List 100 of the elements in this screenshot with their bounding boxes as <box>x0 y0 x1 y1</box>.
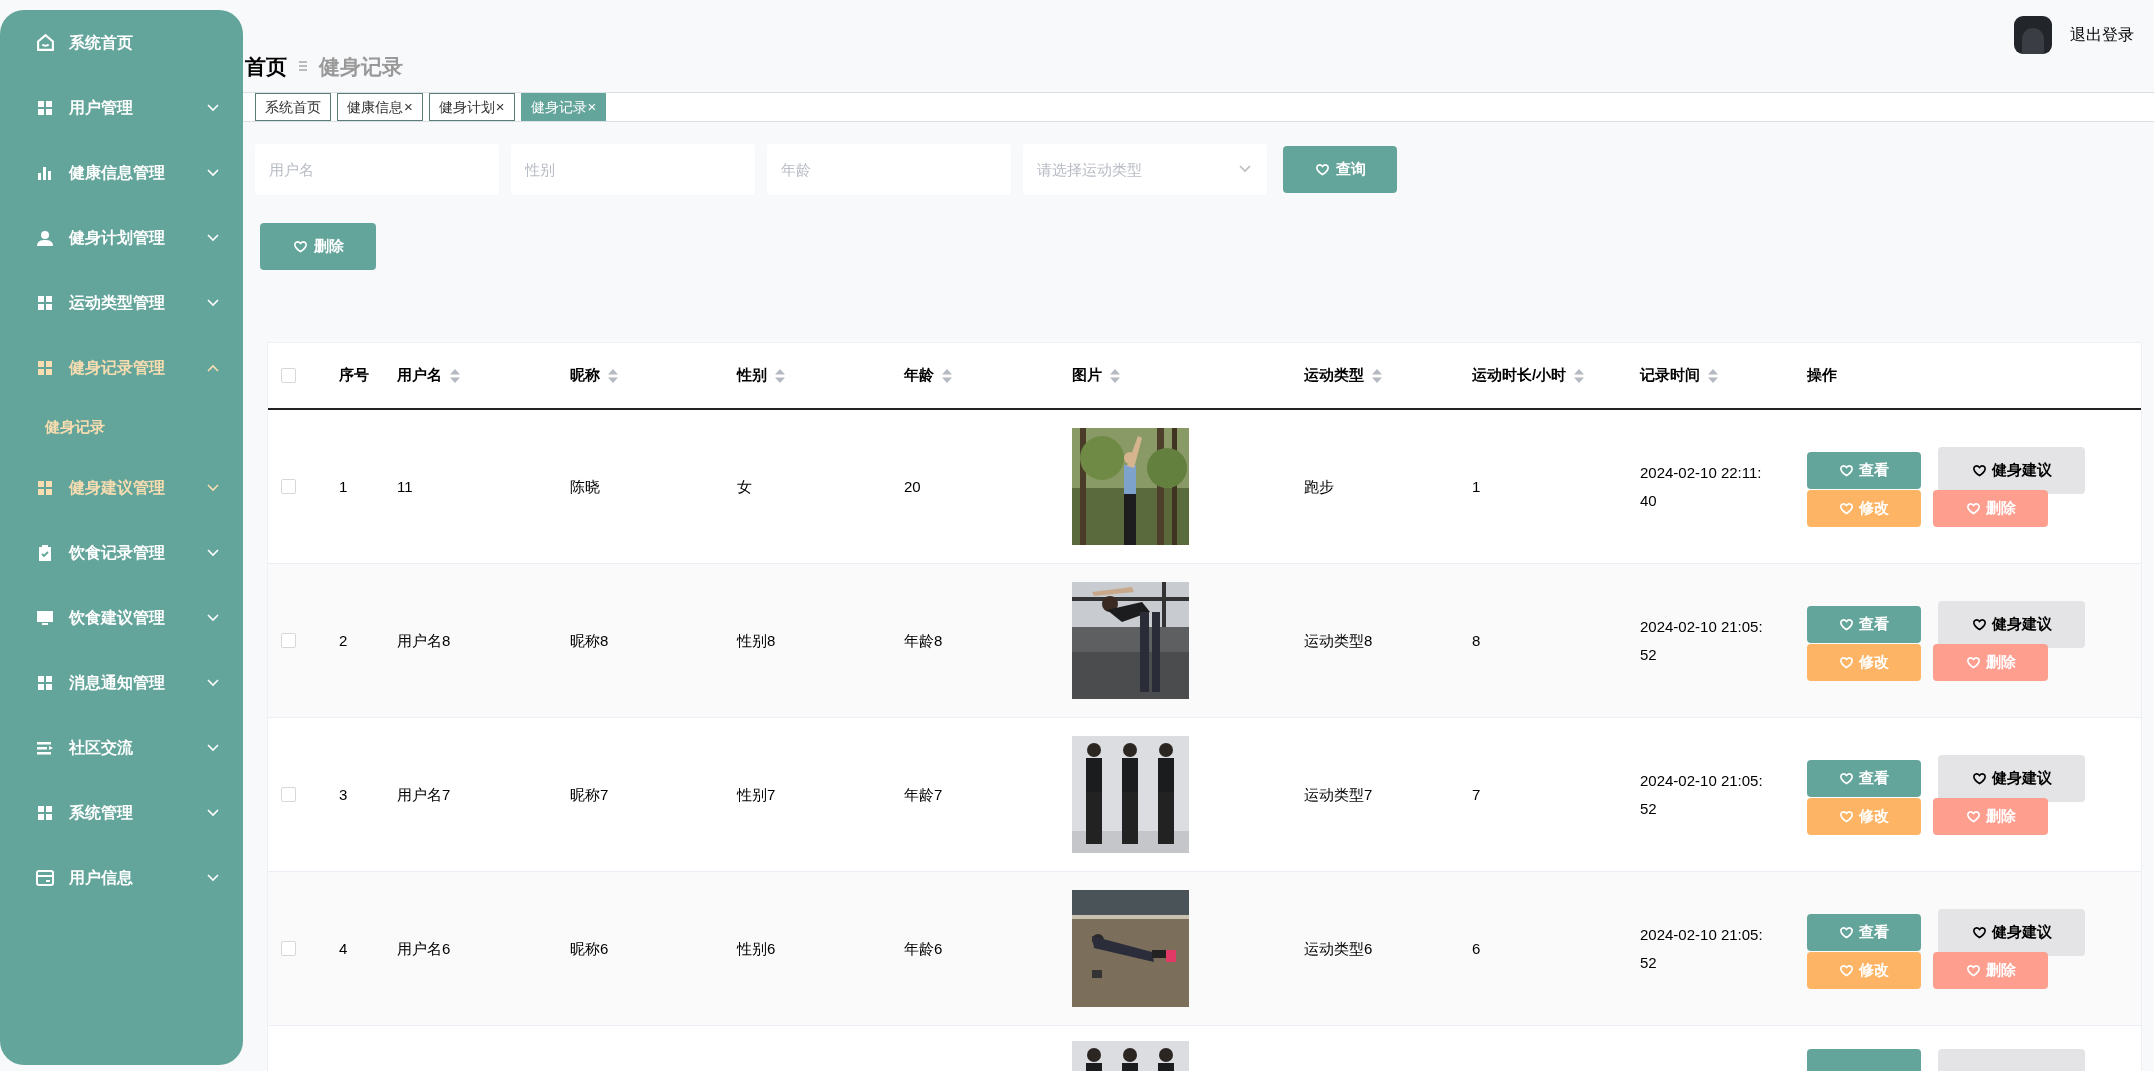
caret-down-icon <box>207 613 219 622</box>
view-button[interactable]: 查看 <box>1807 913 1921 951</box>
delete-button[interactable]: 删除 <box>260 223 376 270</box>
breadcrumb-link[interactable]: 首页 <box>245 50 287 82</box>
tab[interactable]: 健身计划× <box>428 93 515 121</box>
delete-button[interactable]: 删除 <box>1933 951 2048 989</box>
heart-icon <box>1965 654 1981 670</box>
query-button[interactable]: 查询 <box>1283 146 1397 193</box>
sidebar-menu-item[interactable]: 消息通知管理 <box>0 650 243 715</box>
exercise-type-cell: 运动类型7 <box>1304 785 1373 803</box>
view-button[interactable]: 查看 <box>1807 759 1921 797</box>
age-cell: 年龄6 <box>904 939 943 957</box>
heart-icon <box>1839 654 1854 670</box>
sidebar-menu-item[interactable]: 饮食建议管理 <box>0 585 243 650</box>
exercise-type-cell: 跑步 <box>1304 477 1334 495</box>
sidebar-menu-item[interactable]: 饮食记录管理 <box>0 520 243 585</box>
sidebar-menu-item[interactable]: 健身记录管理 <box>0 335 243 400</box>
fitness-advice-button[interactable]: 健身建议 <box>1938 446 2085 494</box>
nickname-cell: 昵称7 <box>570 785 609 803</box>
checkbox[interactable] <box>281 633 296 648</box>
checkbox[interactable] <box>281 941 296 956</box>
age-cell: 20 <box>904 477 921 495</box>
checkbox[interactable] <box>281 368 296 383</box>
heart-icon <box>1314 162 1330 177</box>
sidebar-menu-item[interactable]: 健身建议管理 <box>0 455 243 520</box>
clipboard-icon <box>37 544 53 561</box>
tab[interactable]: 健康信息× <box>337 93 423 121</box>
close-icon[interactable]: × <box>495 95 505 119</box>
input-field[interactable]: 性别 <box>511 144 755 195</box>
caret-down-icon <box>207 298 219 307</box>
username-cell: 用户名8 <box>397 631 451 649</box>
duration-cell: 7 <box>1472 785 1481 803</box>
heart-icon <box>1839 962 1854 978</box>
tab[interactable]: 健身记录× <box>520 93 607 121</box>
sidebar-menu-item[interactable]: 用户信息 <box>0 845 243 910</box>
column-header: 年龄 <box>904 365 934 386</box>
caret-down-icon <box>207 743 219 752</box>
sort-icon[interactable] <box>1372 368 1382 383</box>
caret-up-icon <box>207 363 219 372</box>
sidebar-menu-item[interactable]: 社区交流 <box>0 715 243 780</box>
tab[interactable]: 系统首页 <box>255 93 331 121</box>
heart-icon <box>1971 616 1987 632</box>
breadcrumb-current: 健身记录 <box>319 53 403 80</box>
time-cell-text: 2024-02-10 22:11:40 <box>1640 462 1763 511</box>
gender-cell: 性别7 <box>737 785 776 803</box>
input-field[interactable]: 年龄 <box>767 144 1011 195</box>
edit-button[interactable]: 修改 <box>1807 797 1921 835</box>
sidebar-menu-item[interactable]: 运动类型管理 <box>0 270 243 335</box>
view-button[interactable]: 查看 <box>1807 451 1921 489</box>
view-button[interactable]: 查看 <box>1807 605 1921 643</box>
sort-icon[interactable] <box>775 368 785 383</box>
heart-icon <box>1839 808 1854 824</box>
avatar[interactable] <box>2014 16 2052 54</box>
caret-down-icon <box>207 168 219 177</box>
index-cell: 2 <box>339 631 348 649</box>
duration-cell: 1 <box>1472 477 1481 495</box>
delete-button[interactable]: 删除 <box>1933 489 2048 527</box>
heart-icon <box>1971 770 1987 786</box>
sidebar-submenu-item[interactable]: 健身记录 <box>0 400 243 455</box>
fitness-advice-button[interactable]: 健身建议 <box>1938 908 2085 956</box>
logout-link[interactable]: 退出登录 <box>2070 23 2134 47</box>
grid-icon <box>37 674 53 691</box>
list-icon <box>37 739 53 756</box>
sort-icon[interactable] <box>1574 368 1585 383</box>
sidebar-menu-item[interactable]: 健康信息管理 <box>0 140 243 205</box>
heart-icon <box>1971 462 1987 478</box>
checkbox[interactable] <box>281 787 296 802</box>
index-cell: 3 <box>339 785 348 803</box>
delete-button[interactable]: 删除 <box>1933 643 2048 681</box>
gender-cell: 性别8 <box>737 631 776 649</box>
sort-icon[interactable] <box>942 368 952 383</box>
sidebar-menu-item[interactable]: 系统管理 <box>0 780 243 845</box>
fitness-advice-button[interactable]: 健身建议 <box>1938 600 2085 648</box>
age-cell: 年龄8 <box>904 631 943 649</box>
caret-down-icon <box>207 548 219 557</box>
input-field[interactable]: 用户名 <box>255 144 499 195</box>
select-field[interactable]: 请选择运动类型 <box>1023 144 1267 195</box>
time-cell-text: 2024-02-10 21:05:52 <box>1640 924 1764 973</box>
heart-icon <box>1971 924 1987 940</box>
sort-icon[interactable] <box>608 368 618 383</box>
sort-icon[interactable] <box>1110 368 1120 383</box>
close-icon[interactable]: × <box>587 95 597 119</box>
sidebar-menu-item[interactable]: 系统首页 <box>0 10 243 75</box>
fitness-advice-button[interactable]: 健身建议 <box>1938 754 2085 802</box>
edit-button[interactable]: 修改 <box>1807 643 1921 681</box>
nickname-cell: 陈晓 <box>570 477 600 495</box>
close-icon[interactable]: × <box>404 95 413 119</box>
checkbox[interactable] <box>281 479 296 494</box>
heart-icon <box>1965 500 1981 516</box>
heart-icon <box>1965 962 1981 978</box>
exercise-type-cell: 运动类型6 <box>1304 939 1373 957</box>
column-header: 运动类型 <box>1304 365 1364 386</box>
sidebar-menu-item[interactable]: 用户管理 <box>0 75 243 140</box>
column-header: 记录时间 <box>1640 365 1700 386</box>
sort-icon[interactable] <box>450 368 460 383</box>
edit-button[interactable]: 修改 <box>1807 951 1921 989</box>
delete-button[interactable]: 删除 <box>1933 797 2048 835</box>
edit-button[interactable]: 修改 <box>1807 489 1921 527</box>
sort-icon[interactable] <box>1708 368 1718 383</box>
sidebar-menu-item[interactable]: 健身计划管理 <box>0 205 243 270</box>
